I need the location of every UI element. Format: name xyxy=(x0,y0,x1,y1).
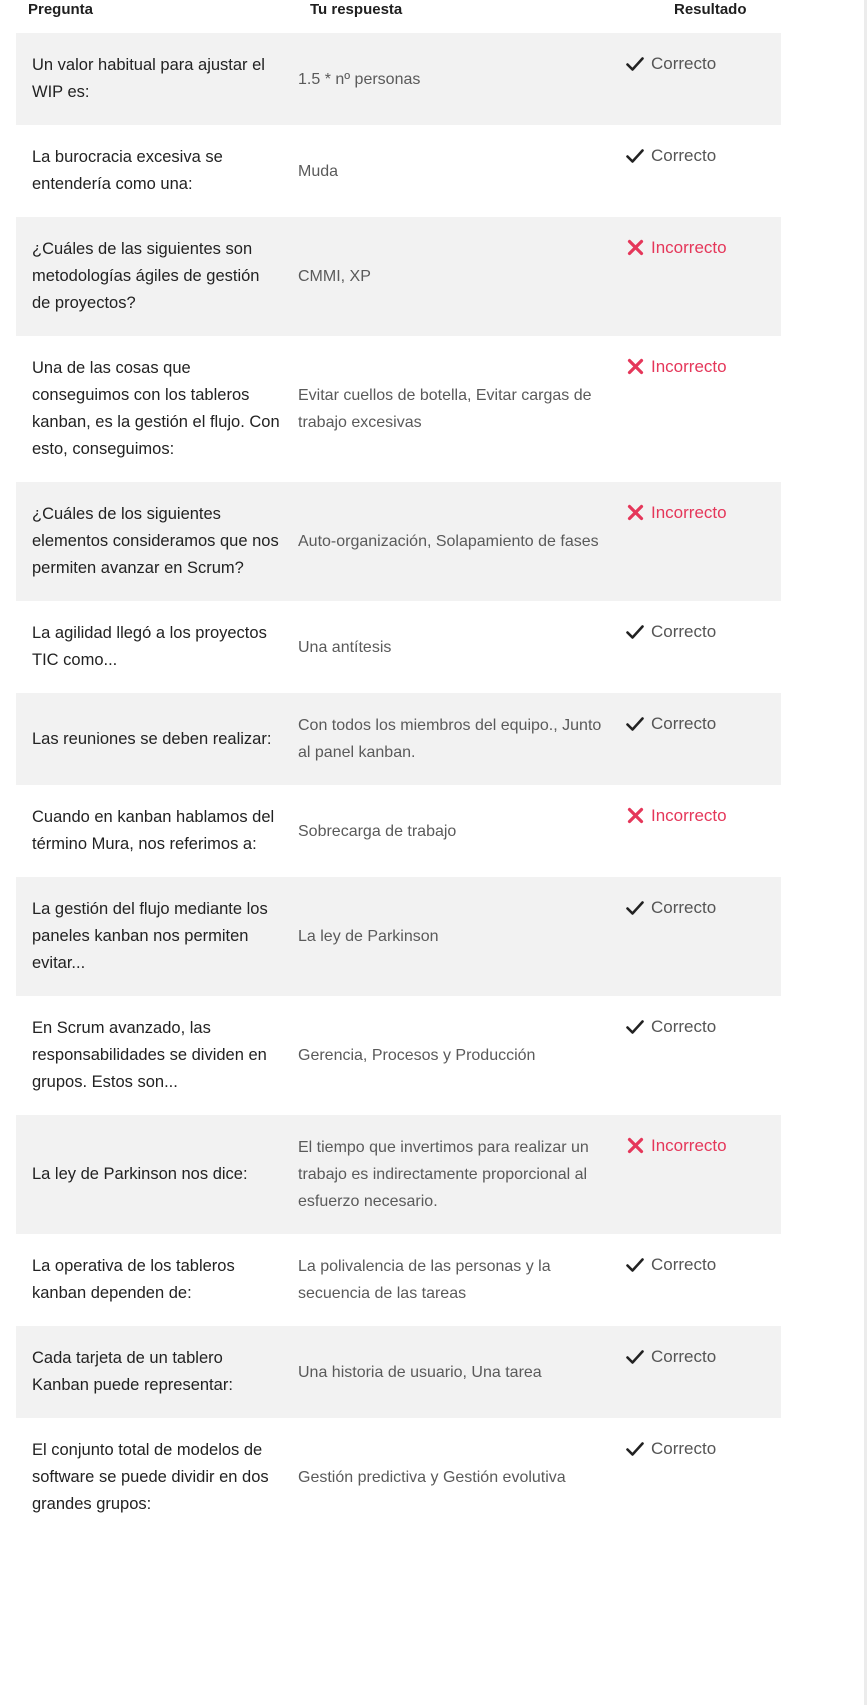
table-row: Cada tarjeta de un tablero Kanban puede … xyxy=(16,1326,781,1418)
table-row: La burocracia excesiva se entendería com… xyxy=(16,125,781,217)
table-row: El conjunto total de modelos de software… xyxy=(16,1418,781,1537)
result-badge: Correcto xyxy=(605,1343,781,1370)
result-label: Correcto xyxy=(651,1017,717,1036)
table-row: ¿Cuáles de los siguientes elementos cons… xyxy=(16,482,781,601)
result-badge: Incorrecto xyxy=(605,353,781,380)
result-label: Incorrecto xyxy=(651,357,727,376)
check-icon xyxy=(625,54,645,74)
answer-text: Una antítesis xyxy=(298,638,392,656)
question-text: La ley de Parkinson nos dice: xyxy=(32,1165,248,1183)
question-text: El conjunto total de modelos de software… xyxy=(32,1441,269,1513)
result-badge: Incorrecto xyxy=(605,802,781,829)
answer-text: Sobrecarga de trabajo xyxy=(298,822,457,840)
answer-text: Gestión predictiva y Gestión evolutiva xyxy=(298,1469,566,1486)
check-icon xyxy=(625,1255,645,1275)
question-text: Un valor habitual para ajustar el WIP es… xyxy=(32,56,265,101)
question-text: ¿Cuáles de las siguientes son metodologí… xyxy=(32,240,260,312)
result-label: Correcto xyxy=(651,1347,717,1366)
check-icon xyxy=(625,1347,645,1367)
answer-text: La polivalencia de las personas y la sec… xyxy=(298,1258,551,1302)
table-row: La agilidad llegó a los proyectos TIC co… xyxy=(16,601,781,693)
result-badge: Incorrecto xyxy=(605,1132,781,1159)
header-question: Pregunta xyxy=(28,1,94,18)
result-badge: Incorrecto xyxy=(605,499,781,526)
result-badge: Correcto xyxy=(605,142,781,169)
result-label: Correcto xyxy=(651,54,717,73)
result-label: Incorrecto xyxy=(651,238,727,257)
answer-text: Evitar cuellos de botella, Evitar cargas… xyxy=(298,387,592,431)
result-badge: Correcto xyxy=(605,1251,781,1278)
result-label: Correcto xyxy=(651,146,717,165)
question-text: La agilidad llegó a los proyectos TIC co… xyxy=(32,624,267,669)
cross-icon xyxy=(625,238,645,258)
result-label: Correcto xyxy=(651,1439,717,1458)
result-label: Correcto xyxy=(651,622,717,641)
result-label: Incorrecto xyxy=(651,1136,727,1155)
header-answer: Tu respuesta xyxy=(310,1,403,18)
answer-text: Una historia de usuario, Una tarea xyxy=(298,1363,542,1381)
table-row: La gestión del flujo mediante los panele… xyxy=(16,877,781,996)
answer-text: Auto-organización, Solapamiento de fases xyxy=(298,533,599,550)
results-table: Pregunta Tu respuesta Resultado Un valor… xyxy=(16,0,781,1537)
result-badge: Correcto xyxy=(605,894,781,921)
question-text: Cada tarjeta de un tablero Kanban puede … xyxy=(32,1349,233,1394)
table-row: En Scrum avanzado, las responsabilidades… xyxy=(16,996,781,1115)
answer-text: CMMI, XP xyxy=(298,268,371,285)
check-icon xyxy=(625,146,645,166)
result-badge: Correcto xyxy=(605,710,781,737)
check-icon xyxy=(625,714,645,734)
answer-text: La ley de Parkinson xyxy=(298,928,439,945)
result-badge: Correcto xyxy=(605,1435,781,1462)
table-row: Una de las cosas que conseguimos con los… xyxy=(16,336,781,482)
check-icon xyxy=(625,1017,645,1037)
table-body: Un valor habitual para ajustar el WIP es… xyxy=(16,33,781,1537)
result-badge: Correcto xyxy=(605,1013,781,1040)
answer-text: 1.5 * nº personas xyxy=(298,70,421,88)
table-row: Cuando en kanban hablamos del término Mu… xyxy=(16,785,781,877)
cross-icon xyxy=(625,357,645,377)
result-label: Incorrecto xyxy=(651,503,727,522)
question-text: La burocracia excesiva se entendería com… xyxy=(32,148,223,193)
question-text: La operativa de los tableros kanban depe… xyxy=(32,1257,235,1302)
question-text: ¿Cuáles de los siguientes elementos cons… xyxy=(32,505,279,577)
results-page: Pregunta Tu respuesta Resultado Un valor… xyxy=(0,0,867,1705)
answer-text: El tiempo que invertimos para realizar u… xyxy=(298,1139,589,1210)
table-row: La ley de Parkinson nos dice: El tiempo q… xyxy=(16,1115,781,1234)
question-text: La gestión del flujo mediante los panele… xyxy=(32,900,268,972)
cross-icon xyxy=(625,1136,645,1156)
check-icon xyxy=(625,1439,645,1459)
answer-text: Con todos los miembros del equipo., Junt… xyxy=(298,717,602,761)
table-row: ¿Cuáles de las siguientes son metodologí… xyxy=(16,217,781,336)
result-badge: Incorrecto xyxy=(605,234,781,261)
result-badge: Correcto xyxy=(605,50,781,77)
table-row: Un valor habitual para ajustar el WIP es… xyxy=(16,33,781,125)
answer-text: Muda xyxy=(298,162,339,180)
question-text: En Scrum avanzado, las responsabilidades… xyxy=(32,1019,267,1091)
check-icon xyxy=(625,622,645,642)
cross-icon xyxy=(625,503,645,523)
header-result: Resultado xyxy=(674,1,747,18)
table-row: La operativa de los tableros kanban depe… xyxy=(16,1234,781,1326)
result-label: Correcto xyxy=(651,714,717,733)
result-label: Incorrecto xyxy=(651,806,727,825)
table-header: Pregunta Tu respuesta Resultado xyxy=(16,0,781,33)
result-label: Correcto xyxy=(651,898,717,917)
check-icon xyxy=(625,898,645,918)
answer-text: Gerencia, Procesos y Producción xyxy=(298,1047,536,1064)
result-badge: Correcto xyxy=(605,618,781,645)
cross-icon xyxy=(625,806,645,826)
table-row: Las reuniones se deben realizar: Con todo… xyxy=(16,693,781,785)
result-label: Correcto xyxy=(651,1255,717,1274)
question-text: Cuando en kanban hablamos del término Mu… xyxy=(32,808,275,853)
question-text: Las reuniones se deben realizar: xyxy=(32,729,272,748)
question-text: Una de las cosas que conseguimos con los… xyxy=(32,359,280,458)
